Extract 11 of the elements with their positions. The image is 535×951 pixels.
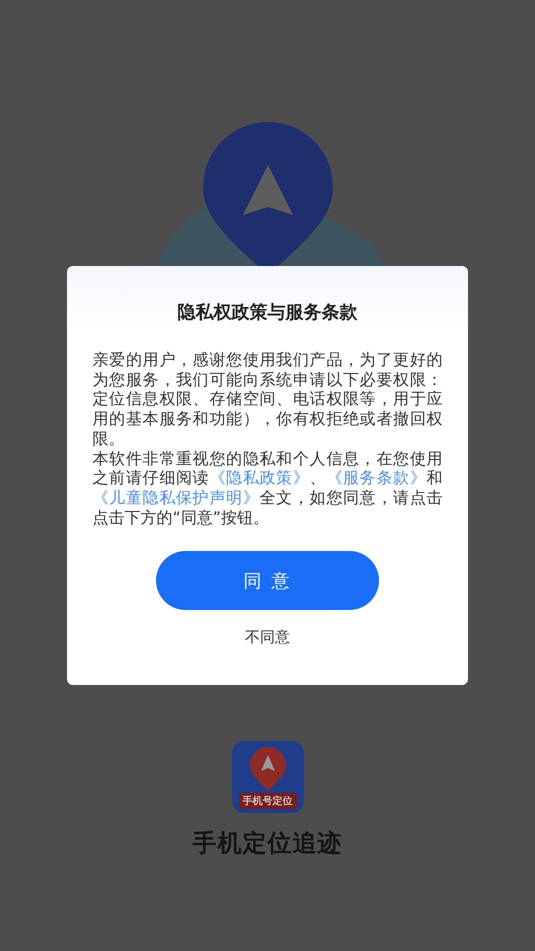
app-icon-label: 手机号定位 — [238, 793, 296, 809]
agree-button[interactable]: 同 意 — [156, 551, 379, 610]
location-pin-icon — [248, 747, 288, 791]
policy-link[interactable]: 《隐私政策》 — [209, 468, 310, 488]
policy-link[interactable]: 《服务条款》 — [326, 468, 427, 488]
dialog-paragraph: 亲爱的用户，感谢您使用我们产品，为了更好的为您服务，我们可能向系统申请以下必要权限：定位信息权限、存储空间、电话权限等，用于应用的基本服务和功能），你有权拒绝或者撤回权限。 — [92, 350, 442, 449]
disagree-button[interactable]: 不同意 — [237, 624, 298, 652]
dialog-paragraph: 本软件非常重视您的隐私和个人信息，在您使用之前请仔细阅读《隐私政策》、《服务条款》和 《儿童隐私保护声明》全文，如您同意，请点击点击下方的“同意”按钮。 — [92, 448, 442, 528]
policy-link[interactable]: 《儿童隐私保护声明》 — [92, 488, 260, 507]
dialog-title: 隐私权政策与服务条款 — [178, 301, 358, 324]
app-name: 手机定位追迹 — [192, 828, 342, 859]
